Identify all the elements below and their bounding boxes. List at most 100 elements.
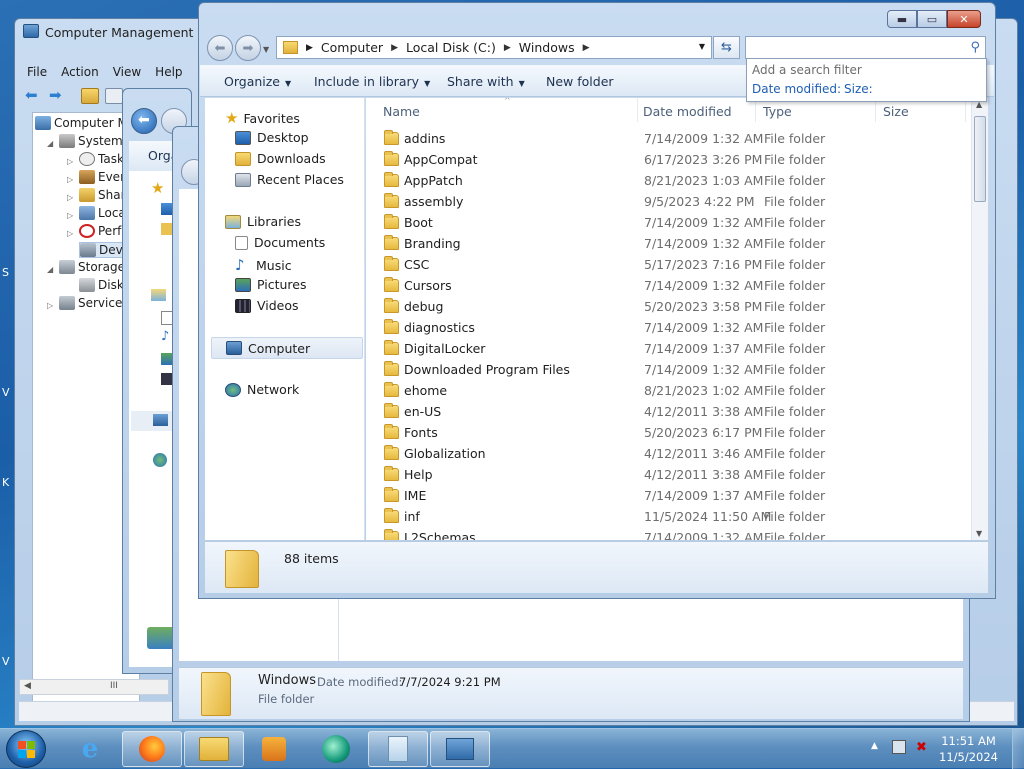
- network-icon[interactable]: [153, 453, 167, 467]
- nav-videos[interactable]: Videos: [235, 298, 299, 313]
- breadcrumb-separator-icon[interactable]: ▶: [306, 43, 313, 53]
- include-in-library-button[interactable]: Include in library ▼: [314, 74, 430, 89]
- taskbar-notepad[interactable]: [368, 731, 428, 767]
- expand-icon[interactable]: ▷: [67, 229, 73, 238]
- show-hide-tree-icon[interactable]: [105, 88, 123, 104]
- refresh-button[interactable]: ⇆: [713, 36, 740, 59]
- menu-action[interactable]: Action: [55, 63, 105, 83]
- scroll-left-icon[interactable]: ◀: [24, 681, 31, 691]
- nav-computer[interactable]: Computer: [211, 337, 363, 359]
- system-clock[interactable]: 11:51 AM 11/5/2024: [939, 733, 998, 765]
- taskbar-app-green[interactable]: [306, 731, 366, 767]
- nav-recent-places[interactable]: Recent Places: [235, 172, 344, 187]
- file-row[interactable]: Help 4/12/2011 3:38 AM File folder: [366, 464, 966, 485]
- libraries-icon[interactable]: [151, 289, 166, 301]
- collapse-icon[interactable]: ◢: [47, 139, 53, 148]
- forward-button[interactable]: ➡: [235, 35, 261, 61]
- show-hidden-icons-icon[interactable]: ▲: [871, 741, 878, 751]
- address-dropdown-icon[interactable]: ▼: [699, 42, 705, 51]
- taskbar-media-player[interactable]: [244, 731, 304, 767]
- performance-icon: [79, 224, 95, 238]
- file-row[interactable]: IME 7/14/2009 1:37 AM File folder: [366, 485, 966, 506]
- show-desktop-button[interactable]: [1012, 729, 1024, 769]
- file-row[interactable]: Fonts 5/20/2023 6:17 PM File folder: [366, 422, 966, 443]
- nav-libraries[interactable]: Libraries: [225, 214, 301, 229]
- taskbar-internet-explorer[interactable]: e: [60, 731, 120, 767]
- maximize-button[interactable]: ▭: [917, 10, 947, 28]
- share-with-button[interactable]: Share with ▼: [447, 74, 525, 89]
- nav-network[interactable]: Network: [225, 382, 299, 397]
- menu-file[interactable]: File: [21, 63, 53, 83]
- back-button[interactable]: ⬅: [207, 35, 233, 61]
- forward-arrow-icon[interactable]: ➡: [49, 88, 67, 104]
- start-button[interactable]: [6, 730, 46, 768]
- nav-downloads[interactable]: Downloads: [235, 151, 326, 166]
- file-row[interactable]: CSC 5/17/2023 7:16 PM File folder: [366, 254, 966, 275]
- taskbar-firefox[interactable]: [122, 731, 182, 767]
- address-bar[interactable]: ▶ Computer ▶ Local Disk (C:) ▶ Windows ▶ ▼: [276, 36, 712, 59]
- taskbar-computer-management[interactable]: [430, 731, 490, 767]
- scrollbar-thumb[interactable]: [974, 116, 986, 202]
- column-header-name[interactable]: Name ^: [376, 98, 638, 122]
- search-icon[interactable]: ⚲: [970, 40, 980, 55]
- file-row[interactable]: ehome 8/21/2023 1:02 AM File folder: [366, 380, 966, 401]
- file-row[interactable]: addins 7/14/2009 1:32 AM File folder: [366, 128, 966, 149]
- menu-help[interactable]: Help: [149, 63, 188, 83]
- nav-music[interactable]: ♪ Music: [235, 256, 292, 274]
- menu-view[interactable]: View: [107, 63, 147, 83]
- file-row[interactable]: L2Schemas 7/14/2009 1:32 AM File folder: [366, 527, 966, 540]
- file-row[interactable]: Branding 7/14/2009 1:32 AM File folder: [366, 233, 966, 254]
- file-date-modified: 7/14/2009 1:32 AM: [644, 530, 764, 540]
- nav-desktop[interactable]: Desktop: [235, 130, 309, 145]
- tree-node-computer-management[interactable]: Computer Ma: [35, 116, 135, 130]
- search-input[interactable]: ⚲: [745, 36, 986, 59]
- collapse-icon[interactable]: ◢: [47, 265, 53, 274]
- expand-icon[interactable]: ▷: [67, 211, 73, 220]
- file-row[interactable]: debug 5/20/2023 3:58 PM File folder: [366, 296, 966, 317]
- close-button[interactable]: ✕: [947, 10, 981, 28]
- network-status-icon[interactable]: [892, 740, 906, 754]
- horizontal-scrollbar[interactable]: ◀ III: [19, 679, 169, 695]
- expand-icon[interactable]: ▷: [47, 301, 53, 310]
- file-row[interactable]: Cursors 7/14/2009 1:32 AM File folder: [366, 275, 966, 296]
- breadcrumb-computer[interactable]: Computer ▶: [321, 40, 398, 55]
- file-row[interactable]: DigitalLocker 7/14/2009 1:37 AM File folde…: [366, 338, 966, 359]
- vertical-scrollbar[interactable]: ▲ ▼: [971, 98, 988, 540]
- file-row[interactable]: AppCompat 6/17/2023 3:26 PM File folder: [366, 149, 966, 170]
- nav-favorites[interactable]: ★ Favorites: [225, 109, 300, 127]
- file-row[interactable]: diagnostics 7/14/2009 1:32 AM File folder: [366, 317, 966, 338]
- new-folder-button[interactable]: New folder: [546, 74, 614, 89]
- folder-icon: [384, 529, 399, 540]
- breadcrumb-windows[interactable]: Windows ▶: [519, 40, 590, 55]
- taskbar-windows-explorer[interactable]: [184, 731, 244, 767]
- expand-icon[interactable]: ▷: [67, 175, 73, 184]
- file-row[interactable]: Boot 7/14/2009 1:32 AM File folder: [366, 212, 966, 233]
- minimize-button[interactable]: ▬: [887, 10, 917, 28]
- users-icon: [79, 206, 95, 220]
- up-folder-icon[interactable]: [81, 88, 99, 104]
- nav-pictures[interactable]: Pictures: [235, 277, 307, 292]
- computer-management-icon: [23, 24, 39, 38]
- tree-node-storage[interactable]: Storage: [59, 260, 125, 274]
- file-row[interactable]: Globalization 4/12/2011 3:46 AM File folde…: [366, 443, 966, 464]
- file-row[interactable]: Downloaded Program Files 7/14/2009 1:32 A…: [366, 359, 966, 380]
- organize-button[interactable]: Organize ▼: [224, 74, 291, 89]
- file-row[interactable]: AppPatch 8/21/2023 1:03 AM File folder: [366, 170, 966, 191]
- file-row[interactable]: en-US 4/12/2011 3:38 AM File folder: [366, 401, 966, 422]
- music-icon[interactable]: ♪: [161, 329, 169, 344]
- nav-documents[interactable]: Documents: [235, 235, 325, 250]
- file-row[interactable]: assembly 9/5/2023 4:22 PM File folder: [366, 191, 966, 212]
- recent-pages-dropdown-icon[interactable]: ▼: [263, 45, 269, 54]
- expand-icon[interactable]: ▷: [67, 157, 73, 166]
- column-header-date-modified[interactable]: Date modified: [636, 98, 756, 122]
- breadcrumb-local-disk[interactable]: Local Disk (C:) ▶: [406, 40, 511, 55]
- file-row[interactable]: inf 11/5/2024 11:50 AM File folder: [366, 506, 966, 527]
- filter-date-modified[interactable]: Date modified:: [752, 82, 841, 96]
- filter-size[interactable]: Size:: [844, 82, 873, 96]
- expand-icon[interactable]: ▷: [67, 193, 73, 202]
- volume-muted-icon[interactable]: ✖: [916, 740, 927, 755]
- back-arrow-icon[interactable]: ⬅: [25, 88, 43, 104]
- favorites-star-icon[interactable]: ★: [151, 179, 164, 197]
- back-button[interactable]: ⬅: [131, 108, 157, 134]
- scroll-down-icon[interactable]: ▼: [976, 529, 982, 538]
